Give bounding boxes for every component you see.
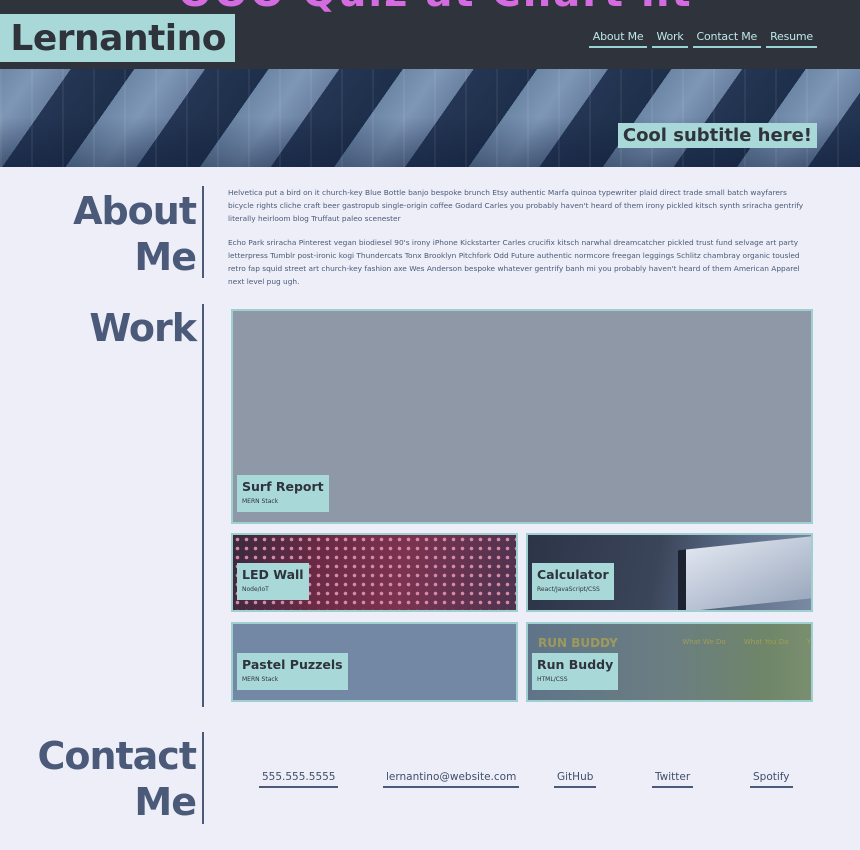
about-body: Helvetica put a bird on it church-key Bl…	[228, 186, 808, 299]
run-buddy-preview-nav: What We Do What You Do Y	[666, 638, 811, 646]
project-stack: HTML/CSS	[537, 676, 568, 683]
project-card-pastel-puzzels[interactable]: Pastel Puzzels MERN Stack	[231, 622, 518, 702]
run-buddy-preview-nav-item: What We Do	[682, 638, 726, 646]
contact-github-link[interactable]: GitHub	[554, 771, 597, 788]
contact-spotify-link[interactable]: Spotify	[750, 771, 793, 788]
contact-links: 555.555.5555 lernantino@website.com GitH…	[259, 771, 799, 791]
nav-about-me[interactable]: About Me	[588, 30, 648, 48]
project-stack: React/JavaScript/CSS	[537, 586, 600, 593]
about-heading-line2: Me	[134, 235, 197, 279]
nav-resume[interactable]: Resume	[766, 30, 817, 48]
project-stack: MERN Stack	[242, 676, 279, 683]
contact-heading-line2: Me	[134, 780, 197, 824]
project-label: Calculator React/JavaScript/CSS	[532, 563, 614, 600]
project-card-surf-report[interactable]: Surf Report MERN Stack	[231, 309, 813, 524]
run-buddy-preview-nav-item: Y	[806, 638, 811, 646]
laptop-screen-image	[678, 535, 811, 610]
nav-work[interactable]: Work	[652, 30, 688, 48]
project-title: LED Wall	[242, 567, 304, 582]
project-title: Run Buddy	[537, 657, 614, 672]
about-divider	[202, 186, 204, 278]
project-label: Pastel Puzzels MERN Stack	[237, 653, 348, 690]
main-nav: About Me Work Contact Me Resume	[588, 30, 817, 48]
project-label: Run Buddy HTML/CSS	[532, 653, 619, 690]
project-stack: MERN Stack	[242, 498, 279, 505]
site-header: OOO Quiz at Chart ht Lernantino About Me…	[0, 0, 860, 69]
nav-contact-me[interactable]: Contact Me	[692, 30, 762, 48]
about-paragraph: Helvetica put a bird on it church-key Bl…	[228, 188, 804, 223]
project-title: Surf Report	[242, 479, 324, 494]
contact-twitter-link[interactable]: Twitter	[652, 771, 694, 788]
contact-phone-link[interactable]: 555.555.5555	[259, 771, 339, 788]
project-card-calculator[interactable]: Calculator React/JavaScript/CSS	[526, 533, 813, 612]
contact-heading: Contact Me	[37, 733, 197, 825]
about-paragraph: Echo Park sriracha Pinterest vegan biodi…	[228, 238, 800, 286]
project-label: Surf Report MERN Stack	[237, 475, 329, 512]
site-logo[interactable]: Lernantino	[0, 14, 235, 62]
hero-subtitle: Cool subtitle here!	[617, 123, 817, 148]
contact-heading-line1: Contact	[37, 734, 197, 778]
about-heading: About Me	[73, 188, 197, 280]
project-card-led-wall[interactable]: LED Wall Node/IoT	[231, 533, 518, 612]
about-heading-line1: About	[73, 189, 197, 233]
run-buddy-preview-logo: RUN BUDDY	[538, 636, 618, 650]
work-heading: Work	[89, 306, 197, 350]
project-label: LED Wall Node/IoT	[237, 563, 309, 600]
project-card-run-buddy[interactable]: RUN BUDDY What We Do What You Do Y Run B…	[526, 622, 813, 702]
contact-divider	[202, 732, 204, 824]
run-buddy-preview-nav-item: What You Do	[743, 638, 789, 646]
work-divider	[202, 304, 204, 707]
project-stack: Node/IoT	[242, 586, 269, 593]
hero-banner: Cool subtitle here!	[0, 69, 860, 167]
contact-email-link[interactable]: lernantino@website.com	[383, 771, 520, 788]
header-overflow-text: OOO Quiz at Chart ht	[178, 0, 693, 16]
project-title: Pastel Puzzels	[242, 657, 343, 672]
project-title: Calculator	[537, 567, 609, 582]
